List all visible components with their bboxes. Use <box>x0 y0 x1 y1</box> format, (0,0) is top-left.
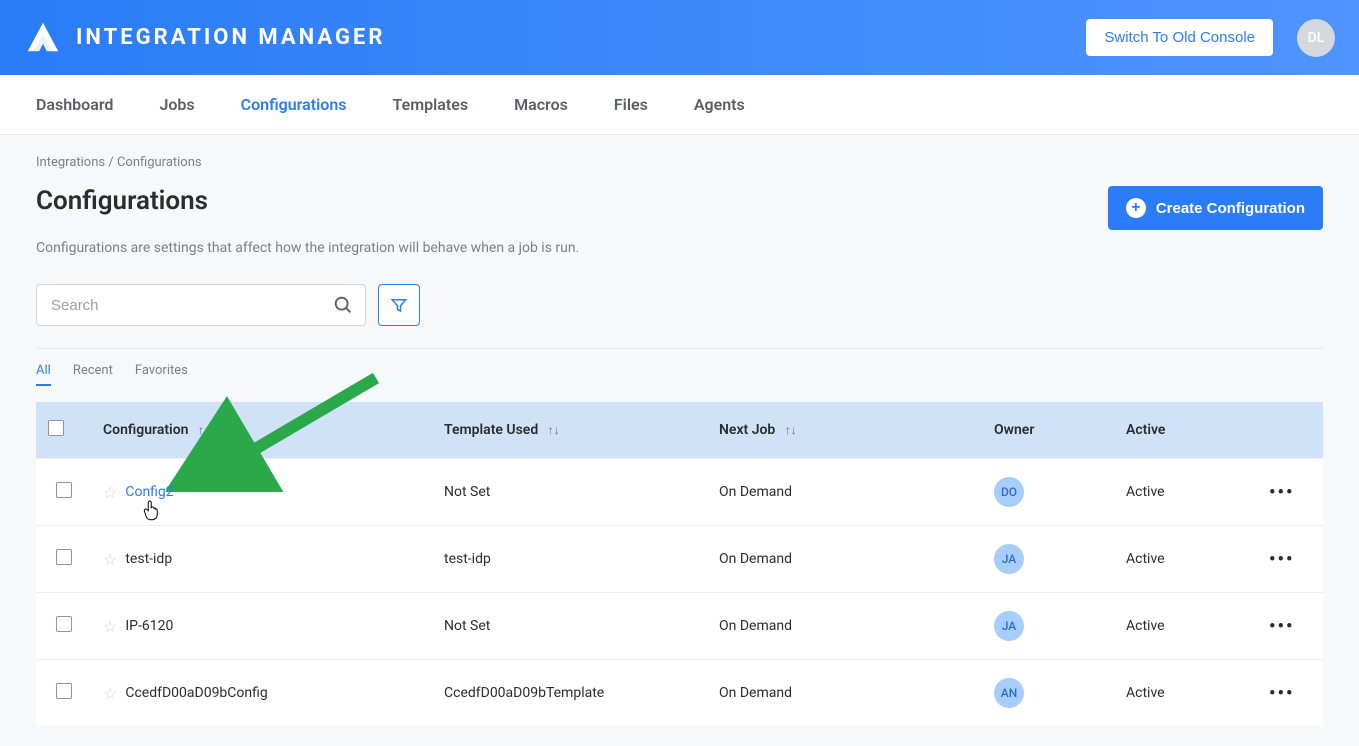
brand-logo-icon <box>24 19 62 57</box>
favorite-star-icon[interactable]: ☆ <box>103 684 117 703</box>
brand-title: INTEGRATION MANAGER <box>76 25 385 50</box>
template-cell: Not Set <box>432 459 707 526</box>
table-header-row: Configuration ↑↓ Template Used ↑↓ Next J… <box>36 402 1323 459</box>
table-row: ☆ IP-6120 Not SetOn Demand JA Active ••• <box>36 593 1323 660</box>
header-checkbox-cell <box>36 402 91 459</box>
create-button-label: Create Configuration <box>1156 200 1305 217</box>
nav-item-templates[interactable]: Templates <box>393 95 469 114</box>
favorite-star-icon[interactable]: ☆ <box>103 550 117 569</box>
header-configuration-label: Configuration <box>103 422 188 438</box>
nav-item-macros[interactable]: Macros <box>514 95 568 114</box>
next-job-cell: On Demand <box>707 459 982 526</box>
row-actions-menu[interactable]: ••• <box>1269 482 1294 503</box>
tab-favorites[interactable]: Favorites <box>135 363 188 386</box>
create-configuration-button[interactable]: + Create Configuration <box>1108 186 1323 230</box>
breadcrumb-current: Configurations <box>117 155 202 170</box>
search-box <box>36 284 366 326</box>
switch-console-button[interactable]: Switch To Old Console <box>1086 19 1273 56</box>
divider <box>36 348 1323 349</box>
filter-icon <box>390 296 408 314</box>
active-cell: Active <box>1114 526 1257 593</box>
row-checkbox[interactable] <box>56 683 72 699</box>
active-cell: Active <box>1114 593 1257 660</box>
header-next-job[interactable]: Next Job ↑↓ <box>707 402 982 459</box>
row-checkbox[interactable] <box>56 616 72 632</box>
row-checkbox[interactable] <box>56 482 72 498</box>
search-input[interactable] <box>36 284 366 326</box>
header-template[interactable]: Template Used ↑↓ <box>432 402 707 459</box>
nav-item-configurations[interactable]: Configurations <box>241 95 347 114</box>
header-owner: Owner <box>982 402 1114 459</box>
breadcrumb: Integrations / Configurations <box>36 155 1323 170</box>
template-cell: Not Set <box>432 593 707 660</box>
favorite-star-icon[interactable]: ☆ <box>103 483 117 502</box>
row-actions-menu[interactable]: ••• <box>1269 549 1294 570</box>
header-right: Switch To Old Console DL <box>1086 19 1335 57</box>
template-cell: test-idp <box>432 526 707 593</box>
cursor-hand-icon <box>143 499 161 521</box>
breadcrumb-sep: / <box>105 155 117 170</box>
configuration-name[interactable]: test-idp <box>125 551 172 567</box>
configuration-name[interactable]: CcedfD00aD09bConfig <box>125 685 267 701</box>
table-row: ☆Config2Not SetOn DemandDOActive••• <box>36 459 1323 526</box>
owner-badge[interactable]: JA <box>994 544 1024 574</box>
page-content: Integrations / Configurations Configurat… <box>0 135 1359 746</box>
nav-item-agents[interactable]: Agents <box>694 95 745 114</box>
header-configuration[interactable]: Configuration ↑↓ <box>91 402 432 459</box>
nav-item-files[interactable]: Files <box>614 95 648 114</box>
active-cell: Active <box>1114 459 1257 526</box>
main-navbar: Dashboard Jobs Configurations Templates Macr… <box>0 75 1359 135</box>
tab-all[interactable]: All <box>36 363 51 386</box>
search-icon <box>332 294 354 316</box>
app-header: INTEGRATION MANAGER Switch To Old Consol… <box>0 0 1359 75</box>
page-description: Configurations are settings that affect … <box>36 240 1323 256</box>
header-active: Active <box>1114 402 1257 459</box>
brand: INTEGRATION MANAGER <box>24 19 385 57</box>
next-job-cell: On Demand <box>707 526 982 593</box>
next-job-cell: On Demand <box>707 593 982 660</box>
sort-icon: ↑↓ <box>548 423 560 437</box>
nav-item-dashboard[interactable]: Dashboard <box>36 95 113 114</box>
configurations-table: Configuration ↑↓ Template Used ↑↓ Next J… <box>36 402 1323 726</box>
search-row <box>36 284 1323 326</box>
row-actions-menu[interactable]: ••• <box>1269 683 1294 704</box>
header-template-label: Template Used <box>444 422 538 438</box>
owner-badge[interactable]: AN <box>994 678 1024 708</box>
tab-recent[interactable]: Recent <box>73 363 113 386</box>
sort-icon: ↑↓ <box>198 423 210 437</box>
filter-button[interactable] <box>378 284 420 326</box>
nav-item-jobs[interactable]: Jobs <box>159 95 194 114</box>
favorite-star-icon[interactable]: ☆ <box>103 617 117 636</box>
row-checkbox[interactable] <box>56 549 72 565</box>
row-actions-menu[interactable]: ••• <box>1269 616 1294 637</box>
filter-tabs: All Recent Favorites <box>36 363 1323 386</box>
select-all-checkbox[interactable] <box>48 420 64 436</box>
page-head: Configurations + Create Configuration <box>36 186 1323 230</box>
breadcrumb-root[interactable]: Integrations <box>36 155 105 170</box>
header-active-label: Active <box>1126 422 1165 438</box>
plus-icon: + <box>1126 198 1146 218</box>
configuration-name[interactable]: IP-6120 <box>125 618 173 634</box>
user-avatar[interactable]: DL <box>1297 19 1335 57</box>
table-wrapper: Configuration ↑↓ Template Used ↑↓ Next J… <box>36 402 1323 726</box>
header-next-job-label: Next Job <box>719 422 775 438</box>
sort-icon: ↑↓ <box>785 423 797 437</box>
owner-badge[interactable]: DO <box>994 477 1024 507</box>
header-actions <box>1257 402 1323 459</box>
page-title: Configurations <box>36 186 208 216</box>
table-row: ☆test-idptest-idpOn DemandJAActive••• <box>36 526 1323 593</box>
header-owner-label: Owner <box>994 422 1034 438</box>
owner-badge[interactable]: JA <box>994 611 1024 641</box>
